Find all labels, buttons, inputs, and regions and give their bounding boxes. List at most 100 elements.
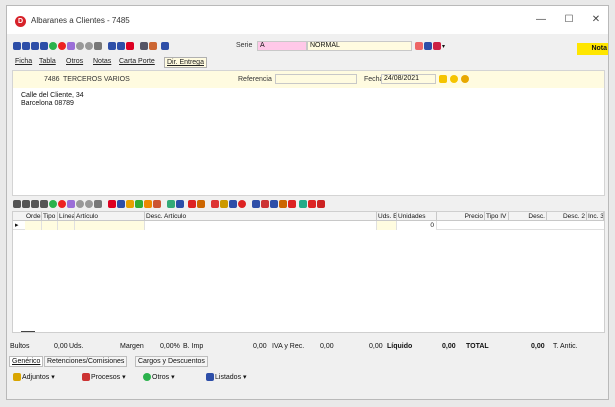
tab-tabla[interactable]: Tabla — [39, 58, 56, 65]
edit-line-icon[interactable] — [67, 200, 75, 208]
add-icon[interactable] — [49, 42, 57, 50]
edit-doc-icon[interactable] — [439, 75, 447, 83]
grid-icon[interactable] — [196, 200, 205, 208]
cell-unidades[interactable]: 0 — [397, 221, 437, 230]
col-unidades[interactable]: Unidades — [397, 212, 437, 221]
tab-dir-entrega[interactable]: Dir. Entrega — [164, 57, 207, 68]
add-line-icon[interactable] — [49, 200, 57, 208]
customer-icon[interactable] — [210, 200, 219, 208]
lot-icon[interactable] — [134, 200, 143, 208]
cancel-doc-icon[interactable] — [461, 75, 469, 83]
previous-line-icon[interactable] — [22, 200, 30, 208]
refresh-lines-icon[interactable] — [94, 200, 102, 208]
list-icon[interactable] — [251, 200, 260, 208]
col-desc-articulo[interactable]: Desc. Artículo — [145, 212, 377, 221]
edit-icon[interactable] — [67, 42, 75, 50]
col-inc-3[interactable]: Inc. 3 — [587, 212, 604, 221]
check-icon[interactable] — [450, 75, 458, 83]
cell-lineas[interactable] — [58, 221, 75, 230]
serie-field[interactable]: A — [257, 41, 307, 51]
barcode-icon[interactable] — [187, 200, 196, 208]
delivery-address: Calle del Cliente, 34 Barcelona 08789 — [21, 92, 84, 108]
cell-tipo[interactable] — [42, 221, 58, 230]
liquido-value: 0,00 — [442, 343, 456, 350]
first-record-icon[interactable] — [13, 42, 21, 50]
export-icon[interactable] — [125, 42, 134, 50]
cell-desc-articulo[interactable] — [145, 221, 377, 230]
tools-icon[interactable] — [433, 42, 441, 50]
arrow-right-icon[interactable] — [298, 200, 307, 208]
accept-line-icon[interactable] — [76, 200, 84, 208]
chart-icon[interactable] — [160, 42, 169, 50]
flag-icon[interactable] — [260, 200, 269, 208]
serie-search-icon[interactable] — [424, 42, 432, 50]
cell-orden[interactable] — [25, 221, 42, 230]
tab-notas[interactable]: Notas — [93, 58, 111, 65]
tab-cargos[interactable]: Cargos y Descuentos — [135, 356, 208, 367]
notas-flag[interactable]: Nota — [577, 43, 608, 55]
tools-dropdown-icon[interactable]: ▾ — [442, 44, 445, 50]
cell-uds-e[interactable] — [377, 221, 397, 230]
procesos-button[interactable]: Procesos ▾ — [82, 372, 126, 384]
history-icon[interactable] — [287, 200, 296, 208]
tab-generico[interactable]: Genérico — [9, 356, 44, 367]
col-uds-e[interactable]: Uds. E — [377, 212, 397, 221]
info-icon[interactable] — [116, 200, 125, 208]
import-icon[interactable] — [278, 200, 287, 208]
close-button[interactable]: ✕ — [585, 12, 607, 28]
user-icon[interactable] — [148, 42, 157, 50]
col-desc-2[interactable]: Desc. 2 — [547, 212, 587, 221]
delete-line-icon[interactable] — [58, 200, 66, 208]
main-toolbar: Serie A NORMAL ▾ — [7, 40, 608, 53]
cell-articulo[interactable] — [75, 221, 145, 230]
referencia-field[interactable] — [275, 74, 357, 84]
delete-icon[interactable] — [58, 42, 66, 50]
search-icon[interactable] — [107, 42, 116, 50]
last-record-icon[interactable] — [40, 42, 48, 50]
next-line-icon[interactable] — [31, 200, 39, 208]
cancel-line-icon[interactable] — [85, 200, 93, 208]
minimize-button[interactable]: — — [530, 12, 552, 28]
col-articulo[interactable]: Artículo — [75, 212, 145, 221]
transfer-icon[interactable] — [307, 200, 316, 208]
table-row[interactable]: ▸ 0 — [13, 221, 604, 230]
table-icon[interactable] — [175, 200, 184, 208]
stock-icon[interactable] — [143, 200, 152, 208]
fecha-field[interactable]: 24/08/2021 — [381, 74, 436, 84]
warehouse-icon[interactable] — [219, 200, 228, 208]
serie-lookup-icon[interactable] — [415, 42, 423, 50]
bultos-value: 0,00 — [54, 343, 68, 350]
tab-otros[interactable]: Otros — [66, 58, 83, 65]
col-lineas[interactable]: Líneas — [58, 212, 75, 221]
next-record-icon[interactable] — [31, 42, 39, 50]
lines-edit-icon[interactable] — [107, 200, 116, 208]
listados-button[interactable]: Listados ▾ — [206, 372, 247, 384]
refresh-icon[interactable] — [94, 42, 102, 50]
filter-icon[interactable] — [116, 42, 125, 50]
cancel-icon[interactable] — [85, 42, 93, 50]
split-icon[interactable] — [166, 200, 175, 208]
col-precio[interactable]: Precio — [437, 212, 485, 221]
first-line-icon[interactable] — [13, 200, 21, 208]
tools-icon[interactable] — [125, 200, 134, 208]
location-icon[interactable] — [237, 200, 246, 208]
otros-button[interactable]: Otros ▾ — [143, 372, 175, 384]
accept-icon[interactable] — [76, 42, 84, 50]
refresh-prices-icon[interactable] — [228, 200, 237, 208]
print-icon[interactable] — [139, 42, 148, 50]
download-icon[interactable] — [316, 200, 325, 208]
maximize-button[interactable]: ☐ — [558, 12, 580, 28]
adjuntos-button[interactable]: Adjuntos ▾ — [13, 372, 55, 384]
sort-icon[interactable] — [152, 200, 161, 208]
total-label: TOTAL — [466, 343, 489, 350]
previous-record-icon[interactable] — [22, 42, 30, 50]
col-orden[interactable]: Orden — [25, 212, 42, 221]
document-search-icon[interactable] — [269, 200, 278, 208]
tab-ficha[interactable]: Ficha — [15, 58, 32, 65]
col-desc[interactable]: Desc. — [509, 212, 547, 221]
col-tipo-iva[interactable]: Tipo IV — [485, 212, 509, 221]
col-tipo[interactable]: Tipo — [42, 212, 58, 221]
last-line-icon[interactable] — [40, 200, 48, 208]
tab-retenciones[interactable]: Retenciones/Comisiones — [44, 356, 128, 367]
tab-carta-porte[interactable]: Carta Porte — [119, 58, 155, 65]
